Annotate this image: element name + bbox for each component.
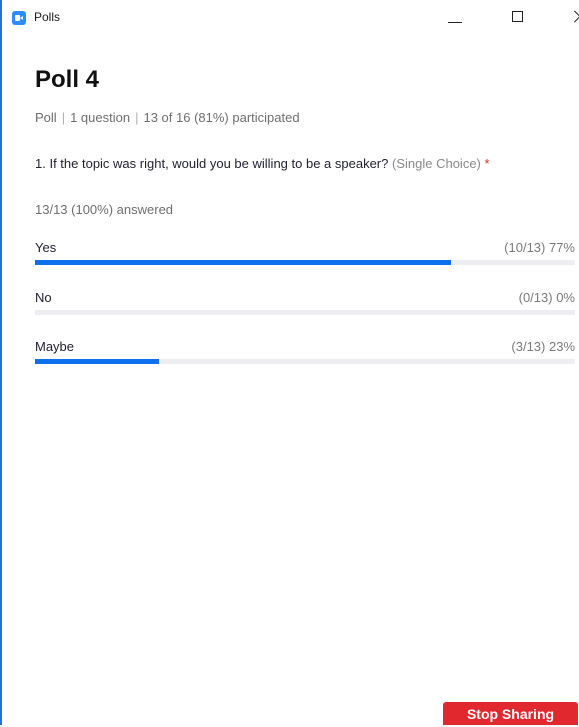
meta-separator: | [61, 110, 66, 125]
poll-meta: Poll | 1 question | 13 of 16 (81%) participa… [35, 110, 300, 125]
question-type: (Single Choice) [392, 156, 481, 171]
poll-option-maybe: Maybe (3/13) 23% [35, 339, 575, 369]
option-label: Maybe [35, 339, 75, 354]
meta-separator: | [135, 110, 139, 125]
poll-title: Poll 4 [35, 66, 100, 93]
result-bar-track [35, 310, 575, 315]
answered-count: 13/13 (100%) answered [35, 202, 174, 217]
result-bar-fill [35, 359, 160, 364]
window-title: Polls [34, 10, 61, 24]
question-body: 1. If the topic was right, would you be … [35, 156, 389, 171]
required-marker: * [484, 156, 490, 171]
option-result: (3/13) 23% [511, 339, 575, 354]
question-text: 1. If the topic was right, would you be … [35, 155, 571, 172]
option-result: (0/13) 0% [518, 290, 575, 305]
option-label: Yes [35, 240, 57, 255]
minimize-button[interactable] [434, 4, 474, 28]
result-bar-fill [35, 260, 451, 265]
polls-window: Polls Poll 4 Poll | 1 question | 13 of 16 (8… [0, 0, 579, 725]
poll-option-no: No (0/13) 0% [35, 290, 575, 320]
result-bar-track [35, 260, 575, 265]
result-bar-track [35, 359, 575, 364]
zoom-app-icon [12, 11, 26, 25]
option-label: No [35, 290, 52, 305]
maximize-button[interactable] [498, 4, 538, 28]
participation-count: 13 of 16 (81%) participated [143, 110, 300, 125]
stop-sharing-button[interactable]: Stop Sharing [443, 702, 578, 725]
poll-type: Poll [35, 110, 57, 125]
close-button[interactable] [558, 4, 579, 28]
title-bar: Polls [2, 0, 579, 34]
option-result: (10/13) 77% [504, 240, 575, 255]
poll-option-yes: Yes (10/13) 77% [35, 240, 575, 270]
question-count: 1 question [70, 110, 131, 125]
